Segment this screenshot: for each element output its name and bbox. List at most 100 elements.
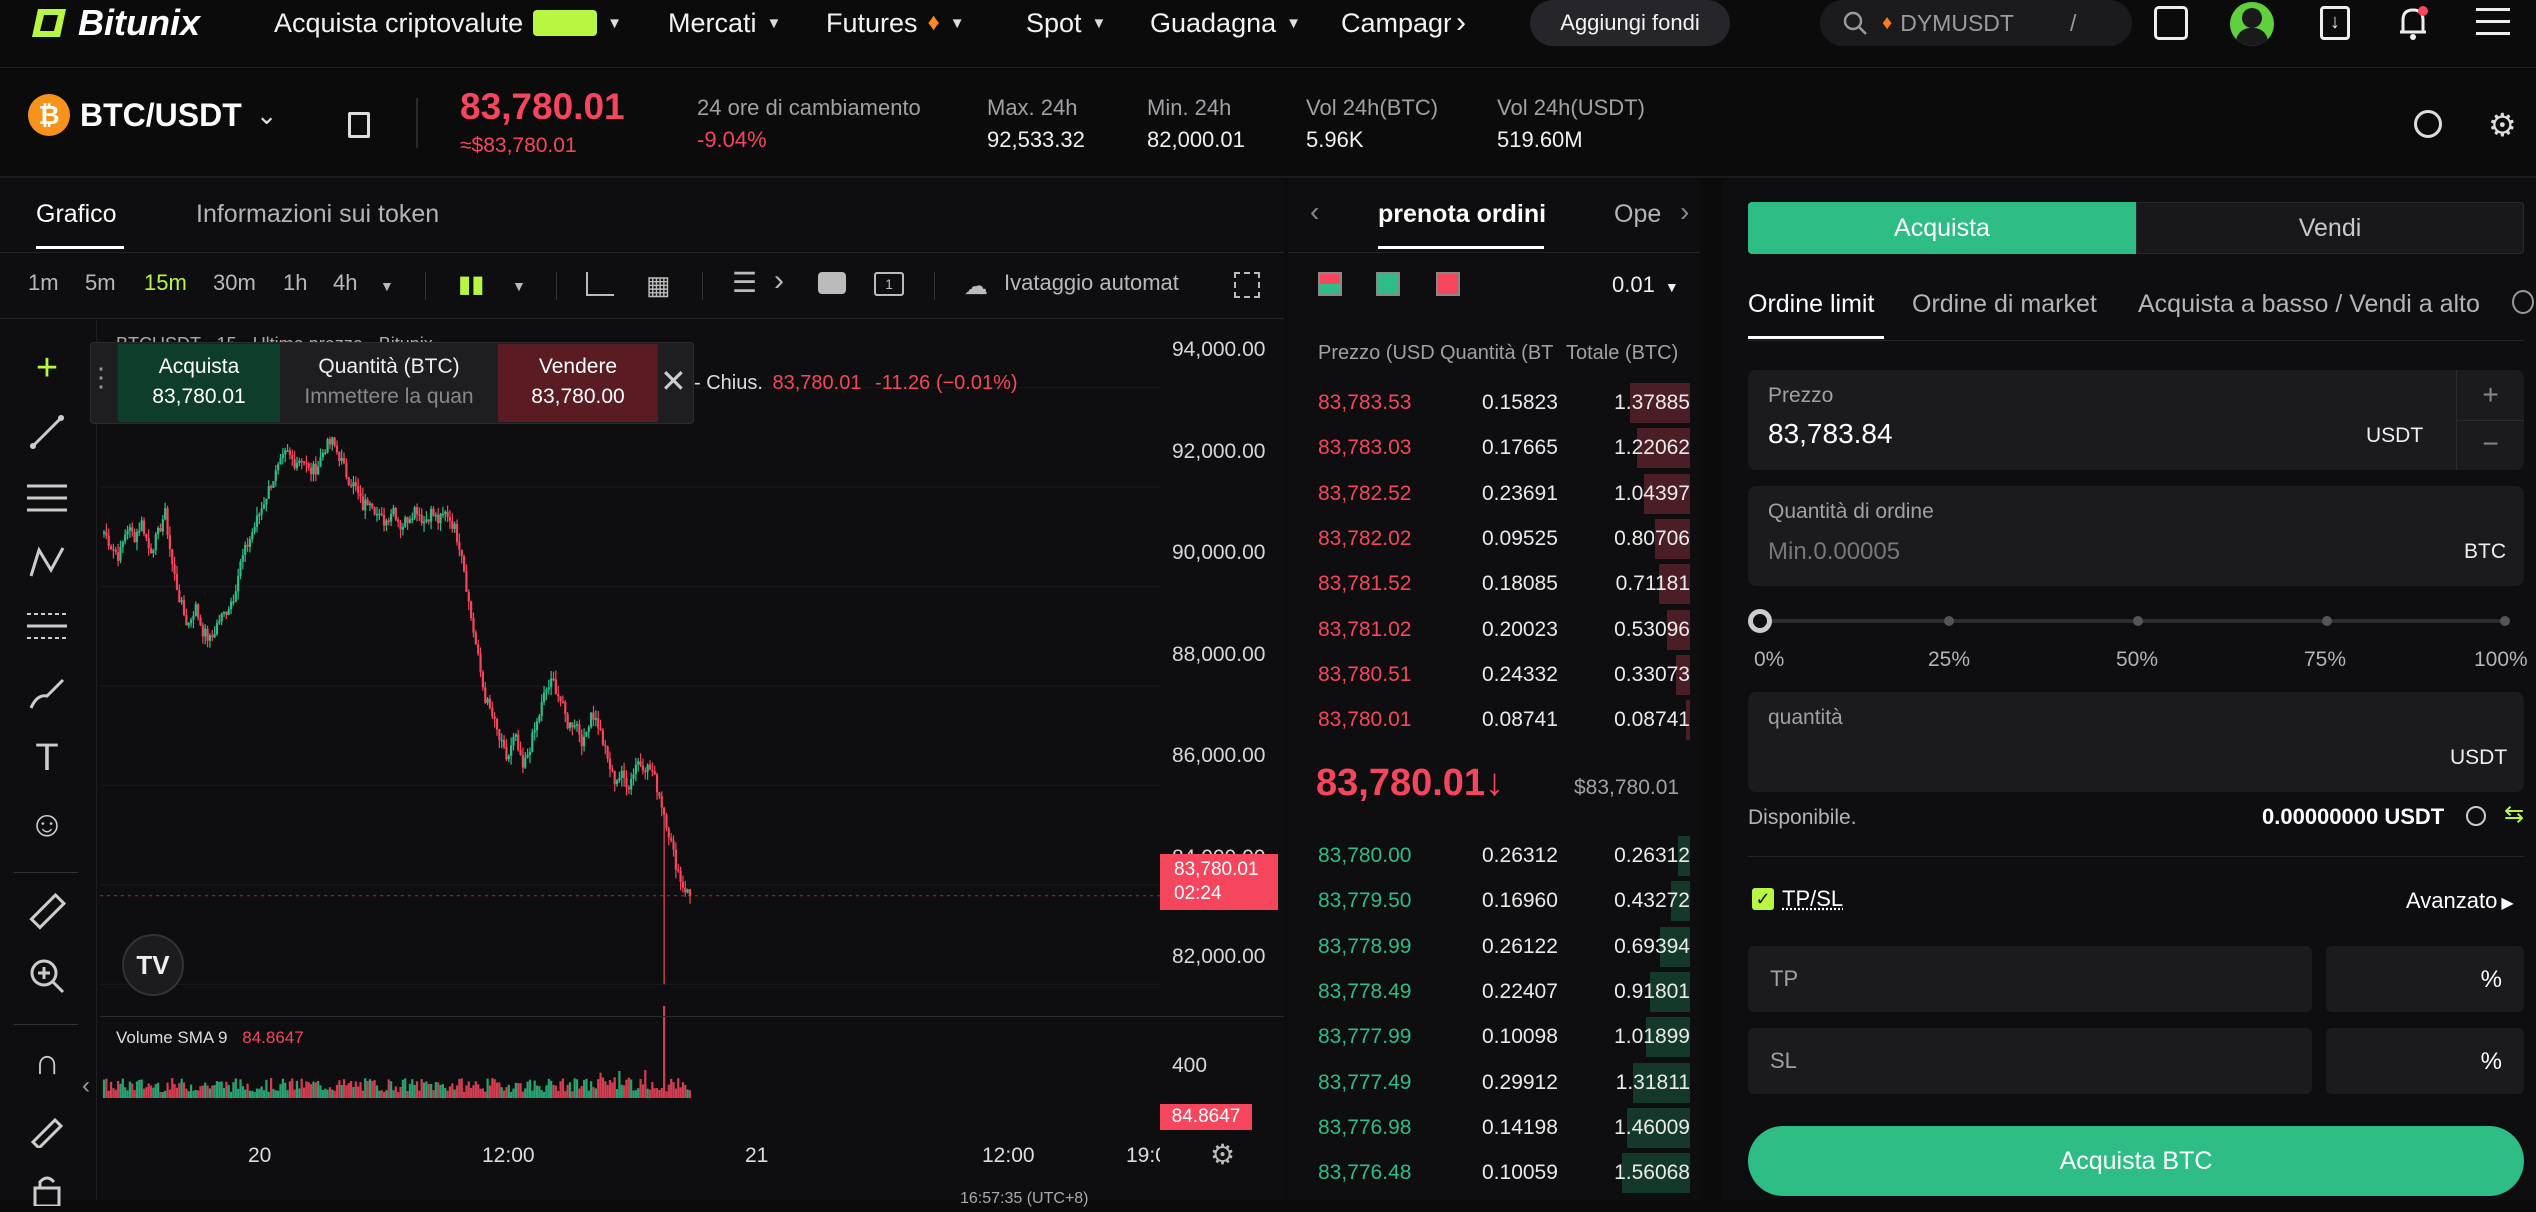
search-input[interactable]: ♦ DYMUSDT /: [1820, 0, 2132, 46]
bid-row[interactable]: 83,778.49 0.22407 0.91801: [1318, 970, 1690, 1014]
precision-select[interactable]: 0.01 ▼: [1612, 272, 1679, 298]
candle-type-chevron-icon[interactable]: ▼: [512, 278, 526, 294]
interval-30m[interactable]: 30m: [213, 270, 256, 296]
book-view-asks-icon[interactable]: [1436, 272, 1460, 296]
avatar[interactable]: [2230, 2, 2274, 46]
ask-row[interactable]: 83,782.52 0.23691 1.04397: [1318, 472, 1690, 516]
tradingview-logo-icon[interactable]: TV: [122, 934, 184, 996]
order-type-market[interactable]: Ordine di market: [1912, 290, 2097, 319]
quick-qty-field[interactable]: Quantità (BTC) Immettere la quan: [282, 344, 496, 422]
candle-type-icon[interactable]: ▮▮: [458, 270, 484, 299]
tp-percent-input[interactable]: %: [2326, 946, 2524, 1012]
orderbook-tabs-next-icon[interactable]: ›: [1680, 196, 1689, 228]
buy-tab[interactable]: Acquista: [1748, 202, 2136, 254]
qty-slider-handle[interactable]: [1748, 609, 1772, 633]
sl-input[interactable]: SL: [1748, 1028, 2312, 1094]
zoom-in-icon[interactable]: [25, 954, 69, 998]
chart-tab-chart[interactable]: Grafico: [36, 200, 117, 229]
ask-row[interactable]: 83,780.51 0.24332 0.33073: [1318, 653, 1690, 697]
refresh-icon[interactable]: [2466, 806, 2486, 826]
ask-row[interactable]: 83,781.02 0.20023 0.53096: [1318, 608, 1690, 652]
nav-scroll-right-icon[interactable]: ›: [1456, 0, 1466, 46]
chart-tab-token-info[interactable]: Informazioni sui token: [196, 200, 439, 229]
lock-icon[interactable]: [25, 1168, 69, 1212]
crosshair-icon[interactable]: +: [25, 346, 69, 390]
tpsl-checkbox[interactable]: ✓: [1752, 888, 1774, 910]
qty-slider-mark[interactable]: [2133, 616, 2143, 626]
interval-1m[interactable]: 1m: [28, 270, 59, 296]
order-type-oco[interactable]: Acquista a basso / Vendi a alto: [2138, 290, 2508, 319]
cloud-save-icon[interactable]: ☁: [964, 272, 988, 301]
quick-sell-button[interactable]: Vendere 83,780.00: [498, 344, 658, 422]
nav-earn[interactable]: Guadagna ▼: [1150, 0, 1301, 46]
add-funds-button[interactable]: Aggiungi fondi: [1530, 0, 1730, 46]
emoji-icon[interactable]: ☺: [25, 802, 69, 846]
ask-row[interactable]: 83,783.03 0.17665 1.22062: [1318, 426, 1690, 470]
nav-spot[interactable]: Spot ▼: [1026, 0, 1106, 46]
nav-buy-crypto[interactable]: Acquista criptovalute ▼: [274, 0, 622, 46]
interval-15m[interactable]: 15m: [144, 270, 187, 296]
brush-icon[interactable]: [25, 672, 69, 716]
book-view-both-icon[interactable]: [1318, 272, 1342, 296]
quick-buy-button[interactable]: Acquista 83,780.01: [118, 344, 280, 422]
ruler-icon[interactable]: [25, 890, 69, 934]
qty-slider-mark[interactable]: [2500, 616, 2510, 626]
orderbook-tabs-prev-icon[interactable]: ‹: [1310, 196, 1319, 228]
wallet-icon[interactable]: [2154, 6, 2188, 40]
bid-row[interactable]: 83,778.99 0.26122 0.69394: [1318, 925, 1690, 969]
autosave-label[interactable]: Ivataggio automat: [1004, 270, 1179, 296]
sl-percent-input[interactable]: %: [2326, 1028, 2524, 1094]
interval-4h[interactable]: 4h: [333, 270, 357, 296]
magnet-icon[interactable]: ∩: [25, 1040, 69, 1084]
bid-row[interactable]: 83,780.00 0.26312 0.26312: [1318, 834, 1690, 878]
buy-btc-button[interactable]: Acquista BTC: [1748, 1126, 2524, 1196]
bookmark-icon[interactable]: [348, 112, 370, 138]
interval-5m[interactable]: 5m: [85, 270, 116, 296]
price-input[interactable]: Prezzo 83,783.84 USDT + −: [1748, 370, 2524, 470]
nav-campaigns[interactable]: Campagne: [1341, 0, 1451, 46]
settings-gear-icon[interactable]: ⚙: [2488, 106, 2517, 144]
text-tool-icon[interactable]: T: [25, 736, 69, 780]
parallel-lines-icon[interactable]: [25, 476, 69, 520]
amount-input[interactable]: quantità USDT: [1748, 692, 2524, 792]
pair-selector[interactable]: ₿ BTC/USDT ⌄: [28, 94, 278, 136]
toolbar-more-chevron-icon[interactable]: ›: [774, 264, 784, 298]
price-chart[interactable]: [100, 320, 1284, 1200]
fib-icon[interactable]: [25, 604, 69, 648]
interval-1h[interactable]: 1h: [283, 270, 307, 296]
nav-markets[interactable]: Mercati ▼: [668, 0, 781, 46]
order-type-limit[interactable]: Ordine limit: [1748, 290, 1874, 319]
layout-grid-icon[interactable]: ▦: [646, 270, 671, 301]
chart-settings-icon[interactable]: ⚙: [1210, 1138, 1235, 1171]
indicators-icon[interactable]: [586, 272, 614, 296]
pattern-icon[interactable]: [25, 540, 69, 584]
menu-icon[interactable]: [2476, 8, 2510, 36]
qty-slider-track[interactable]: [1758, 619, 2506, 623]
close-icon[interactable]: ✕: [660, 362, 687, 400]
advanced-link[interactable]: Avanzato ▶: [2406, 888, 2514, 914]
sell-tab[interactable]: Vendi: [2136, 202, 2524, 254]
interval-more-chevron-icon[interactable]: ▼: [380, 278, 394, 294]
ask-row[interactable]: 83,780.01 0.08741 0.08741: [1318, 698, 1690, 742]
bid-row[interactable]: 83,777.99 0.10098 1.01899: [1318, 1015, 1690, 1059]
ask-row[interactable]: 83,781.52 0.18085 0.71181: [1318, 562, 1690, 606]
qty-slider-mark[interactable]: [2322, 616, 2332, 626]
bid-row[interactable]: 83,776.98 0.14198 1.46009: [1318, 1106, 1690, 1150]
fullscreen-icon[interactable]: [1234, 272, 1260, 298]
ask-row[interactable]: 83,782.02 0.09525 0.80706: [1318, 517, 1690, 561]
book-view-bids-icon[interactable]: [1376, 272, 1400, 296]
comment-icon[interactable]: [818, 272, 846, 294]
list-icon[interactable]: ☰: [732, 266, 757, 299]
info-icon[interactable]: [2512, 290, 2534, 314]
logo[interactable]: Bitunix: [30, 0, 200, 46]
price-increment-icon[interactable]: +: [2456, 370, 2524, 420]
bid-row[interactable]: 83,779.50 0.16960 0.43272: [1318, 879, 1690, 923]
transfer-icon[interactable]: ⇆: [2504, 800, 2524, 829]
qty-slider-mark[interactable]: [1944, 616, 1954, 626]
lock-drawing-icon[interactable]: [25, 1106, 69, 1150]
nav-futures[interactable]: Futures ♦ ▼: [826, 0, 965, 46]
bid-row[interactable]: 83,776.48 0.10059 1.56068: [1318, 1151, 1690, 1195]
tp-input[interactable]: TP: [1748, 946, 2312, 1012]
orderbook-tab-active[interactable]: prenota ordini: [1378, 200, 1546, 229]
orderbook-tab-open-orders[interactable]: Ope: [1614, 200, 1666, 229]
